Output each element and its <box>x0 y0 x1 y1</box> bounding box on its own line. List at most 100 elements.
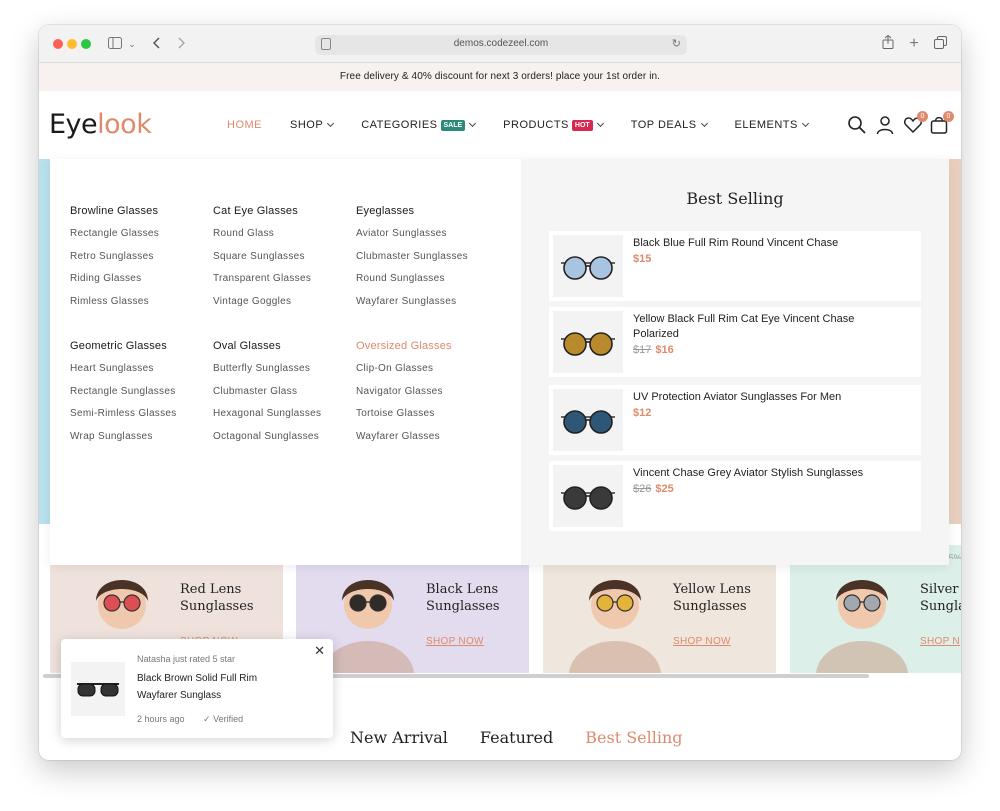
mega-menu-link[interactable]: Clubmaster Glass <box>213 386 353 409</box>
mega-menu-link[interactable]: Transparent Glasses <box>213 273 353 296</box>
wishlist-icon[interactable]: 0 <box>903 111 928 135</box>
best-selling-title: Best Selling <box>686 189 784 208</box>
tab-best-selling[interactable]: Best Selling <box>585 728 682 747</box>
notification-product-name[interactable]: Black Brown Solid Full Rim Wayfarer Sung… <box>137 670 297 704</box>
categories-mega-menu: Browline Glasses Rectangle Glasses Retro S… <box>50 159 949 565</box>
mega-menu-link[interactable]: Wayfarer Glasses <box>356 431 496 454</box>
reload-icon[interactable]: ↻ <box>672 37 681 50</box>
product-tabs: New Arrival Featured Best Selling <box>350 728 715 747</box>
chevron-down-icon <box>327 119 335 128</box>
notification-meta: Natasha just rated 5 star <box>137 654 236 664</box>
mega-menu-heading[interactable]: Browline Glasses <box>70 205 210 219</box>
banner-title: Silver Sungla <box>920 581 961 615</box>
product-name[interactable]: Yellow Black Full Rim Cat Eye Vincent Ch… <box>633 312 903 342</box>
best-selling-item[interactable]: Yellow Black Full Rim Cat Eye Vincent Ch… <box>549 307 921 377</box>
share-icon[interactable] <box>881 34 895 53</box>
mega-menu-link[interactable]: Wrap Sunglasses <box>70 431 210 454</box>
maximize-window-button[interactable] <box>81 39 91 49</box>
nav-top-deals-label: TOP DEALS <box>630 119 697 131</box>
mega-menu-heading[interactable]: Geometric Glasses <box>70 340 210 354</box>
mega-menu-link[interactable]: Vintage Goggles <box>213 296 353 319</box>
mega-menu-link[interactable]: Rectangle Glasses <box>70 228 210 251</box>
mega-menu-link[interactable]: Round Glass <box>213 228 353 251</box>
mega-menu-link[interactable]: Octagonal Sunglasses <box>213 431 353 454</box>
mega-menu-link[interactable]: Navigator Glasses <box>356 386 496 409</box>
hot-badge: HOT <box>571 119 593 131</box>
mega-menu-heading[interactable]: Oversized Glasses <box>356 340 496 354</box>
user-icon[interactable] <box>875 115 895 135</box>
mega-menu-link[interactable]: Aviator Sunglasses <box>356 228 496 251</box>
product-name[interactable]: Black Blue Full Rim Round Vincent Chase <box>633 236 903 251</box>
chevron-down-icon[interactable]: ⌄ <box>127 35 137 53</box>
address-bar[interactable]: demos.codezeel.com ↻ <box>315 35 687 55</box>
best-selling-item[interactable]: Vincent Chase Grey Aviator Stylish Sungl… <box>549 461 921 531</box>
mega-menu-heading[interactable]: Cat Eye Glasses <box>213 205 353 219</box>
mega-menu-link[interactable]: Semi-Rimless Glasses <box>70 408 210 431</box>
logo-text-part2: look <box>97 109 152 140</box>
banner-title-line1: Black Lens <box>426 582 499 597</box>
nav-elements[interactable]: ELEMENTS <box>735 119 809 131</box>
mega-menu-link[interactable]: Clubmaster Sunglasses <box>356 251 496 274</box>
tabs-overview-icon[interactable] <box>933 35 947 53</box>
close-icon[interactable]: ✕ <box>314 643 325 659</box>
tab-featured[interactable]: Featured <box>480 728 553 747</box>
product-image[interactable] <box>553 389 623 451</box>
banner-title-line2: Sunglasses <box>673 599 747 614</box>
mega-menu-heading[interactable]: Eyeglasses <box>356 205 496 219</box>
check-circle-icon: ✓ <box>203 714 211 724</box>
mega-menu-link[interactable]: Rectangle Sunglasses <box>70 386 210 409</box>
shop-now-link[interactable]: SHOP NOW <box>673 636 731 647</box>
banner-title-line1: Silver <box>920 582 959 597</box>
best-selling-item[interactable]: UV Protection Aviator Sunglasses For Men… <box>549 385 921 455</box>
product-current-price: $15 <box>633 253 652 265</box>
banner-title-line2: Sungla <box>920 599 961 614</box>
mega-menu-link[interactable]: Butterfly Sunglasses <box>213 363 353 386</box>
nav-home-label: HOME <box>227 119 262 131</box>
model-figure <box>322 580 414 673</box>
mega-menu-link[interactable]: Square Sunglasses <box>213 251 353 274</box>
minimize-window-button[interactable] <box>67 39 77 49</box>
best-selling-item[interactable]: Black Blue Full Rim Round Vincent Chase $… <box>549 231 921 301</box>
mega-menu-link[interactable]: Wayfarer Sunglasses <box>356 296 496 319</box>
back-icon[interactable] <box>151 35 163 53</box>
mega-menu-link[interactable]: Tortoise Glasses <box>356 408 496 431</box>
nav-home[interactable]: HOME <box>227 119 262 131</box>
product-image[interactable] <box>553 311 623 373</box>
product-current-price: $12 <box>633 407 652 419</box>
mega-menu-link[interactable]: Rimless Glasses <box>70 296 210 319</box>
new-tab-icon[interactable]: + <box>907 35 921 53</box>
search-icon[interactable] <box>847 115 867 135</box>
product-name[interactable]: UV Protection Aviator Sunglasses For Men <box>633 390 903 405</box>
mega-menu-column: Cat Eye Glasses Round Glass Square Sunglas… <box>213 205 353 318</box>
notification-product-image[interactable] <box>71 662 125 716</box>
forward-icon[interactable] <box>175 35 187 53</box>
mega-menu-link[interactable]: Round Sunglasses <box>356 273 496 296</box>
mega-menu-link[interactable]: Clip-On Glasses <box>356 363 496 386</box>
mega-menu-link[interactable]: Hexagonal Sunglasses <box>213 408 353 431</box>
shop-now-link[interactable]: SHOP N <box>920 636 960 647</box>
nav-top-deals[interactable]: TOP DEALS <box>630 119 708 131</box>
sidebar-icon[interactable] <box>107 35 123 53</box>
mega-menu-link[interactable]: Riding Glasses <box>70 273 210 296</box>
mega-menu-link[interactable]: Heart Sunglasses <box>70 363 210 386</box>
product-image[interactable] <box>553 235 623 297</box>
nav-products[interactable]: PRODUCTS HOT <box>503 119 604 131</box>
sale-badge: SALE <box>440 119 466 131</box>
mega-menu-column: Oval Glasses Butterfly Sunglasses Clubmast… <box>213 340 353 453</box>
shop-now-link[interactable]: SHOP NOW <box>426 636 484 647</box>
mega-menu-link[interactable]: Retro Sunglasses <box>70 251 210 274</box>
chevron-down-icon <box>801 119 809 128</box>
mega-menu-column: Browline Glasses Rectangle Glasses Retro S… <box>70 205 210 318</box>
nav-categories[interactable]: CATEGORIES SALE <box>361 119 477 131</box>
cart-icon[interactable]: 0 <box>929 111 954 135</box>
notification-time: 2 hours ago <box>137 714 185 724</box>
close-window-button[interactable] <box>53 39 63 49</box>
nav-products-label: PRODUCTS <box>503 119 569 131</box>
nav-shop[interactable]: SHOP <box>290 119 335 131</box>
product-image[interactable] <box>553 465 623 527</box>
site-logo[interactable]: Eyelook <box>49 109 152 140</box>
product-name[interactable]: Vincent Chase Grey Aviator Stylish Sungl… <box>633 466 903 481</box>
chevron-down-icon <box>596 119 604 128</box>
mega-menu-heading[interactable]: Oval Glasses <box>213 340 353 354</box>
tab-new-arrival[interactable]: New Arrival <box>350 728 448 747</box>
